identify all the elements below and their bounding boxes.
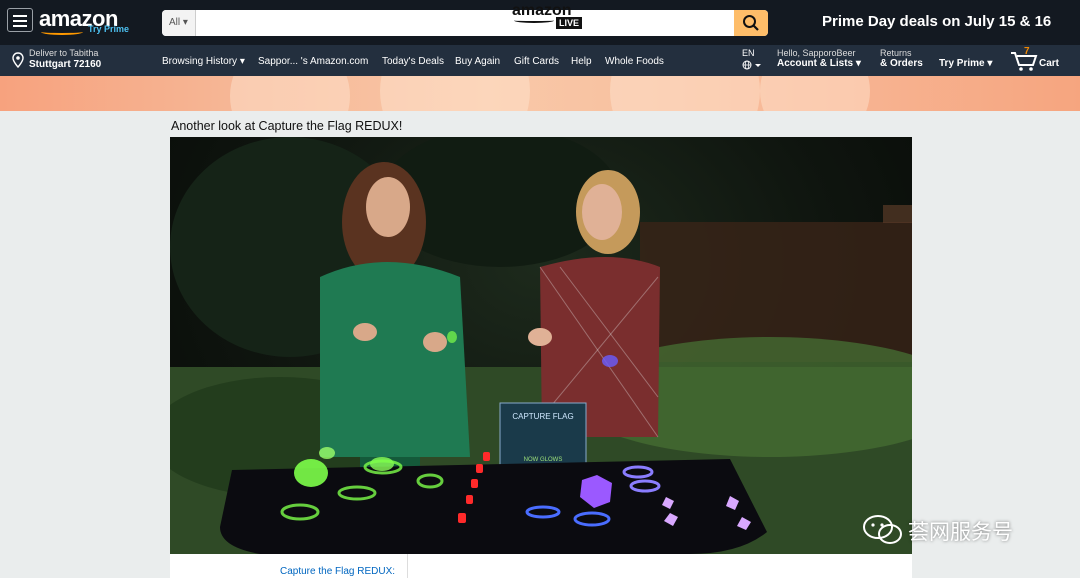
banner-decor-circle (230, 76, 350, 111)
main-content: Another look at Capture the Flag REDUX! (0, 111, 1080, 578)
globe-icon (742, 60, 762, 72)
video-player[interactable]: CAPTURE FLAG NOW GLOWS (170, 137, 912, 554)
deliver-location: Stuttgart 72160 (29, 59, 102, 70)
nav-user-amazon[interactable]: Sappor... 's Amazon.com (258, 56, 368, 67)
account-greeting: Hello, SapporoBeer (777, 48, 856, 58)
live-badge: LIVE (556, 17, 583, 29)
amazon-smile-icon (41, 29, 83, 35)
search-input[interactable] (198, 10, 728, 36)
account-lists-label: Account & Lists (777, 58, 854, 69)
nav-help[interactable]: Help (571, 56, 592, 67)
nav-buy-again[interactable]: Buy Again (455, 56, 500, 67)
nav-link-label: Browsing History (162, 56, 238, 67)
nav-browsing-history[interactable]: Browsing History ▾ (162, 56, 245, 67)
search-category-dropdown[interactable]: All ▾ (162, 10, 196, 36)
video-frame-image: CAPTURE FLAG NOW GLOWS (170, 137, 912, 554)
cart-count: 7 (1024, 46, 1030, 57)
nav-gift-cards[interactable]: Gift Cards (514, 56, 559, 67)
panel-divider (407, 554, 408, 578)
returns-label: Returns (880, 48, 912, 58)
returns-and-orders[interactable]: Returns & Orders (880, 48, 923, 69)
caret-down-icon: ▾ (853, 58, 861, 69)
language-code: EN (742, 48, 755, 58)
amazon-live-banner (0, 76, 1080, 111)
search-icon (743, 15, 759, 31)
location-pin-icon (12, 52, 24, 68)
caret-down-icon: ▾ (239, 56, 245, 67)
try-prime-label: Try Prime (939, 58, 985, 69)
cart-label: Cart (1039, 58, 1060, 69)
orders-label: & Orders (880, 58, 923, 69)
language-selector[interactable]: EN (742, 48, 762, 72)
nav-todays-deals[interactable]: Today's Deals (382, 56, 444, 67)
amazon-smile-icon (514, 18, 554, 23)
try-prime-menu[interactable]: Try Prime ▾ (939, 58, 992, 69)
watermark-text: 荟网服务号 (908, 521, 1013, 544)
banner-decor-circle (380, 76, 530, 111)
banner-decor-circle (760, 76, 870, 111)
caret-down-icon: ▾ (984, 58, 993, 69)
product-link[interactable]: Capture the Flag REDUX: (280, 566, 395, 577)
try-prime-logo-link[interactable]: Try Prime (88, 24, 129, 34)
prime-day-promo[interactable]: Prime Day deals on July 15 & 16 (822, 13, 1051, 30)
nav-whole-foods[interactable]: Whole Foods (605, 56, 664, 67)
video-title: Another look at Capture the Flag REDUX! (171, 119, 403, 133)
hamburger-menu-button[interactable] (7, 8, 33, 32)
search-button[interactable] (734, 10, 768, 36)
deliver-to-label: Deliver to Tabitha (29, 48, 99, 58)
banner-decor-circle (610, 76, 760, 111)
account-and-lists[interactable]: Hello, SapporoBeer Account & Lists ▾ (777, 48, 861, 69)
product-box-tagline: NOW GLOWS (524, 457, 563, 463)
caret-down-icon: ▾ (182, 17, 188, 28)
search-category-label: All (169, 17, 181, 28)
wechat-logo-icon (863, 515, 902, 544)
video-details-panel: Capture the Flag REDUX: (170, 554, 912, 578)
product-box-title: CAPTURE FLAG (512, 412, 573, 421)
search-bar: All ▾ (162, 10, 768, 36)
